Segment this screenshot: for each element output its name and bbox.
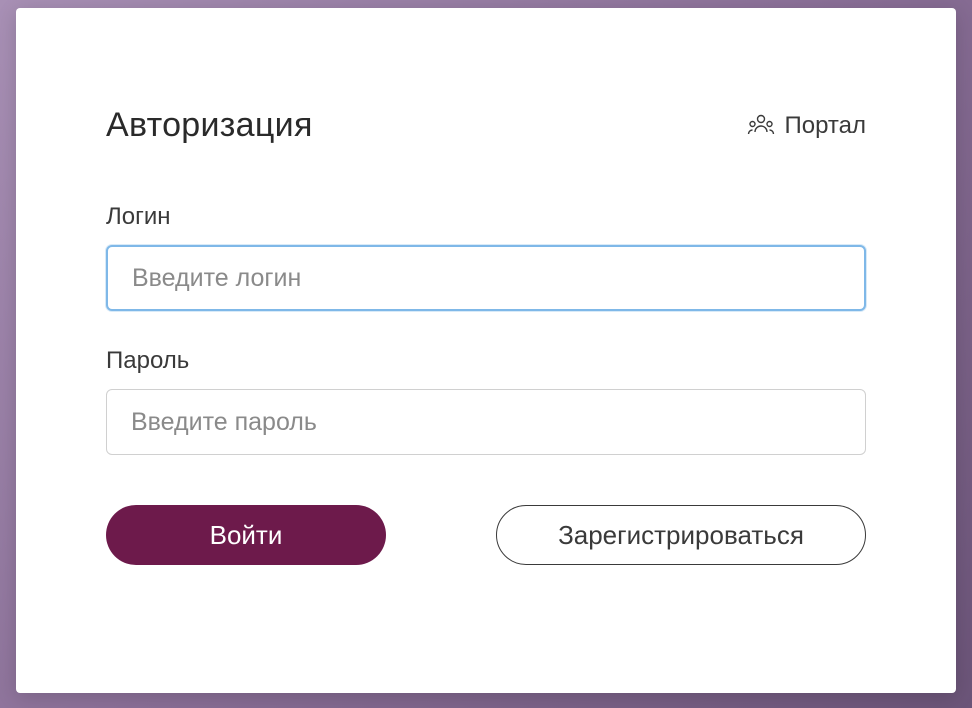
login-label: Логин bbox=[106, 203, 866, 231]
dialog-header: Авторизация Портал bbox=[106, 106, 866, 145]
password-label: Пароль bbox=[106, 347, 866, 375]
button-row: Войти Зарегистрироваться bbox=[106, 505, 866, 565]
portal-link[interactable]: Портал bbox=[747, 112, 867, 140]
auth-dialog: Авторизация Портал Логин Пароль Войти З bbox=[16, 8, 956, 693]
password-group: Пароль bbox=[106, 347, 866, 455]
password-input[interactable] bbox=[106, 389, 866, 455]
people-icon bbox=[747, 113, 775, 139]
portal-label: Портал bbox=[785, 112, 867, 140]
register-button[interactable]: Зарегистрироваться bbox=[496, 505, 866, 565]
login-group: Логин bbox=[106, 203, 866, 311]
login-input[interactable] bbox=[106, 245, 866, 311]
login-button[interactable]: Войти bbox=[106, 505, 386, 565]
dialog-title: Авторизация bbox=[106, 106, 313, 145]
